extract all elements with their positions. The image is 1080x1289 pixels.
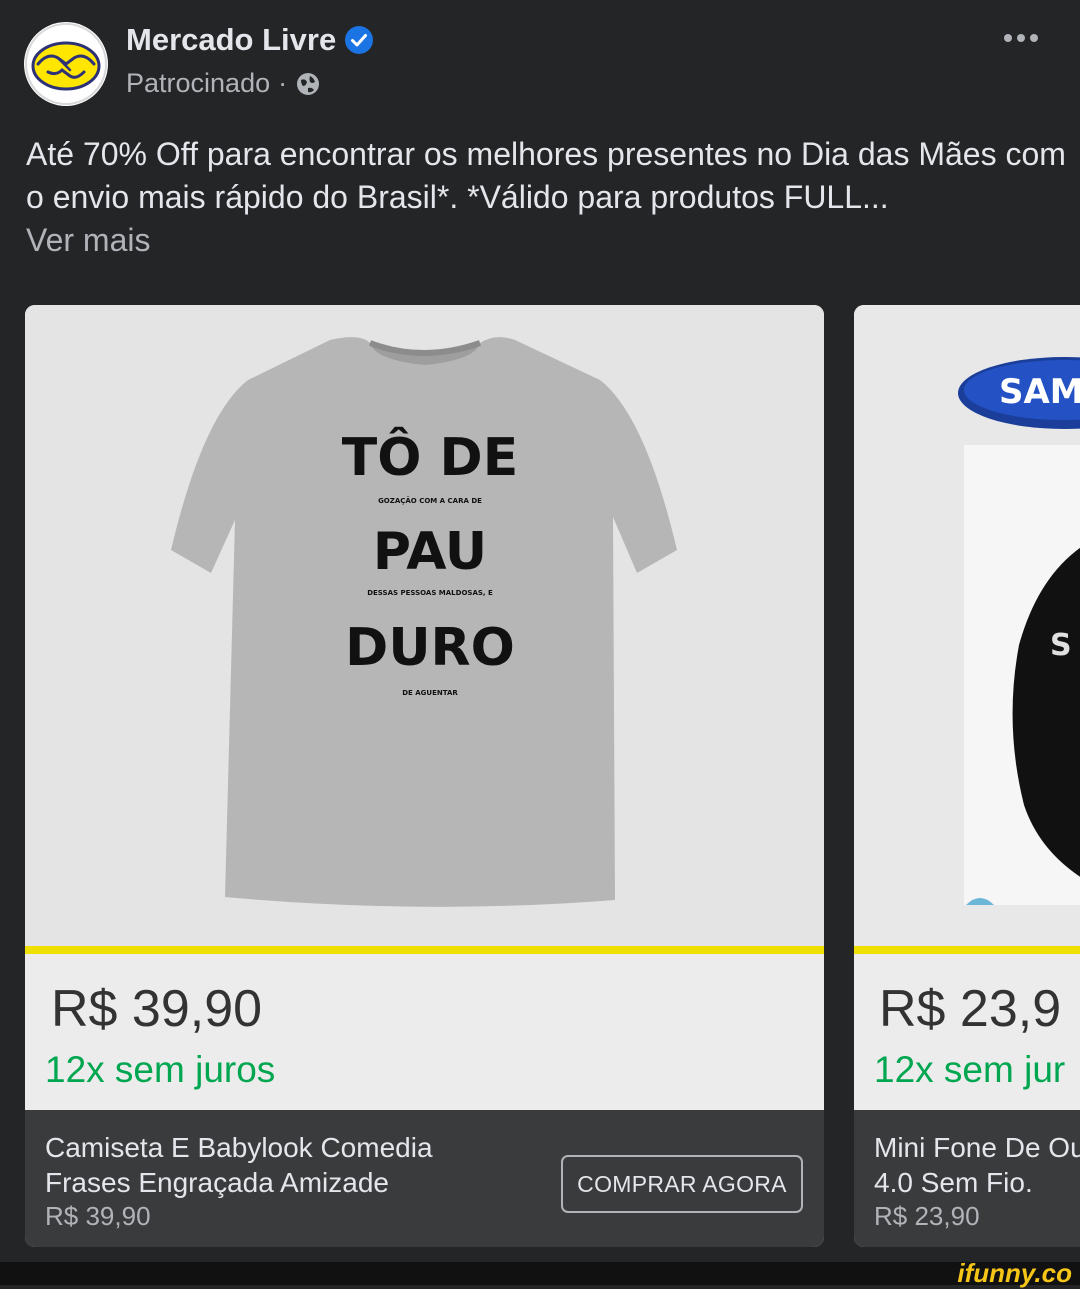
more-options-icon[interactable]: [996, 18, 1046, 58]
page-name-label[interactable]: Mercado Livre: [126, 22, 336, 58]
product-title-line1: Mini Fone De Ou: [874, 1132, 1080, 1163]
product-image[interactable]: TÔ DE GOZAÇÃO COM A CARA DE PAU DESSAS P…: [25, 305, 824, 946]
device-label-text: S: [1050, 628, 1072, 663]
installments-label: 12x sem jur: [874, 1049, 1066, 1090]
tshirt-small-text-3: DE AGUENTAR: [402, 689, 458, 697]
see-more-link[interactable]: Ver mais: [26, 222, 150, 258]
card-footer: Camiseta E Babylook Comedia Frases Engra…: [25, 1110, 824, 1247]
product-title-line2: Frases Engraçada Amizade: [45, 1167, 389, 1198]
tshirt-small-text-1: GOZAÇÃO COM A CARA DE: [378, 496, 482, 505]
bottom-bar: [0, 1262, 1080, 1285]
dot: [1017, 34, 1025, 42]
watermark: ifunny.co: [957, 1258, 1072, 1288]
tshirt-text-line1: TÔ DE: [342, 426, 518, 488]
tshirt-text-line3: DURO: [345, 618, 515, 678]
post-meta: Patrocinado ·: [126, 68, 321, 99]
card-footer: Mini Fone De Ou 4.0 Sem Fio. R$ 23,90: [854, 1110, 1080, 1247]
product-footer-price: R$ 23,90: [874, 1201, 980, 1231]
accent-line: [25, 946, 824, 954]
globe-icon: [295, 71, 321, 97]
page-avatar[interactable]: [24, 22, 108, 106]
product-price-large: R$ 23,9: [879, 980, 1062, 1038]
verified-badge-icon: [344, 25, 374, 55]
price-area: R$ 39,90 12x sem juros: [25, 954, 824, 1110]
post-header: Mercado Livre Patrocinado ·: [24, 18, 1064, 108]
product-image[interactable]: SAM S: [854, 305, 1080, 946]
dot: [1030, 34, 1038, 42]
product-title[interactable]: Camiseta E Babylook Comedia Frases Engra…: [45, 1130, 545, 1200]
product-title-line1: Camiseta E Babylook Comedia: [45, 1132, 433, 1163]
installments-label: 12x sem juros: [45, 1049, 276, 1090]
post-text: Até 70% Off para encontrar os melhores p…: [26, 133, 1066, 262]
product-carousel[interactable]: TÔ DE GOZAÇÃO COM A CARA DE PAU DESSAS P…: [0, 305, 1080, 1247]
meta-separator: ·: [278, 68, 288, 98]
buy-now-button[interactable]: COMPRAR AGORA: [561, 1155, 803, 1213]
product-card[interactable]: TÔ DE GOZAÇÃO COM A CARA DE PAU DESSAS P…: [25, 305, 824, 1247]
tshirt-small-text-2: DESSAS PESSOAS MALDOSAS, E: [367, 589, 493, 597]
product-footer-price: R$ 39,90: [45, 1201, 151, 1231]
mercado-livre-logo-icon: [25, 23, 107, 105]
page-name[interactable]: Mercado Livre: [126, 22, 374, 58]
tshirt-text-line2: PAU: [373, 522, 487, 582]
post-body: Até 70% Off para encontrar os melhores p…: [26, 136, 1066, 215]
product-title-line2: 4.0 Sem Fio.: [874, 1167, 1033, 1198]
sponsored-label[interactable]: Patrocinado: [126, 68, 270, 99]
product-card[interactable]: SAM S R$ 23,9 12x sem jur Mini Fone De O…: [854, 305, 1080, 1247]
samsung-logo-text: SAM: [999, 372, 1080, 412]
accent-line: [854, 946, 1080, 954]
product-price-large: R$ 39,90: [51, 980, 263, 1038]
dot: [1004, 34, 1012, 42]
product-title[interactable]: Mini Fone De Ou 4.0 Sem Fio.: [874, 1130, 1080, 1200]
price-area: R$ 23,9 12x sem jur: [854, 954, 1080, 1110]
